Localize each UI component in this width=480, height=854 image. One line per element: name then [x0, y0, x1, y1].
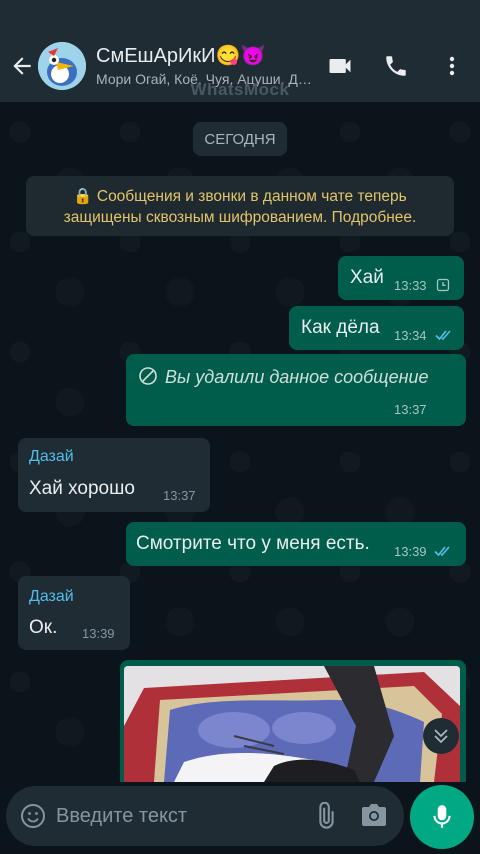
- deleted-message-text: Вы удалили данное сообщение: [165, 367, 429, 387]
- message-text: Хай: [350, 267, 384, 288]
- message-text: Смотрите что у меня есть.: [136, 533, 370, 554]
- encryption-notice[interactable]: 🔒 Сообщения и звонки в данном чате тепер…: [26, 176, 454, 236]
- message-text: Ок.: [29, 617, 58, 638]
- message-bubble-incoming[interactable]: Дазай Ок. 13:39: [18, 576, 130, 650]
- sender-name[interactable]: Дазай: [29, 448, 74, 466]
- message-bubble-deleted[interactable]: Вы удалили данное сообщение 13:37: [126, 354, 466, 426]
- message-time: 13:39: [394, 544, 427, 559]
- date-chip: СЕГОДНЯ: [193, 122, 287, 156]
- input-placeholder: Введите текст: [56, 805, 188, 827]
- message-text: Как дёла: [301, 317, 380, 338]
- message-text: Хай хорошо: [29, 478, 135, 499]
- mic-icon: [433, 805, 451, 828]
- message-time: 13:34: [394, 328, 427, 343]
- double-check-icon: [435, 330, 451, 341]
- attach-icon[interactable]: [311, 802, 339, 830]
- back-arrow-icon: [13, 57, 31, 75]
- clock-icon: [436, 278, 450, 292]
- watermark: WhatsMock: [190, 80, 290, 99]
- message-bubble-outgoing[interactable]: Хай 13:33: [338, 256, 464, 300]
- sender-name[interactable]: Дазай: [29, 588, 74, 606]
- message-time: 13:33: [394, 278, 427, 293]
- video-call-icon: [329, 59, 351, 73]
- status-bar: [0, 0, 480, 30]
- camera-icon[interactable]: [360, 803, 388, 829]
- composer-bar: Введите текст: [0, 782, 480, 854]
- message-bubble-outgoing[interactable]: Смотрите что у меня есть. 13:39: [126, 522, 466, 566]
- chat-title: СмЕшАрИкИ😋😈: [96, 45, 266, 67]
- chevron-double-down-icon: [434, 729, 448, 744]
- message-time: 13:37: [394, 402, 427, 417]
- anime-image: [124, 666, 460, 782]
- emoji-icon[interactable]: [20, 803, 46, 829]
- double-check-icon: [434, 546, 450, 557]
- message-bubble-outgoing[interactable]: Как дёла 13:34: [289, 306, 464, 350]
- message-list[interactable]: СЕГОДНЯ 🔒 Сообщения и звонки в данном ча…: [0, 102, 480, 782]
- message-bubble-incoming[interactable]: Дазай Хай хорошо 13:37: [18, 438, 210, 512]
- scroll-to-bottom-button[interactable]: [423, 718, 459, 754]
- more-vert-icon: [449, 56, 455, 76]
- photo-attachment[interactable]: [124, 666, 460, 782]
- phone-icon: [386, 56, 406, 76]
- message-input[interactable]: Введите текст: [6, 786, 404, 846]
- blocked-icon: [139, 367, 157, 385]
- message-time: 13:37: [163, 488, 196, 503]
- voice-record-button[interactable]: [410, 785, 474, 849]
- message-time: 13:39: [82, 626, 115, 641]
